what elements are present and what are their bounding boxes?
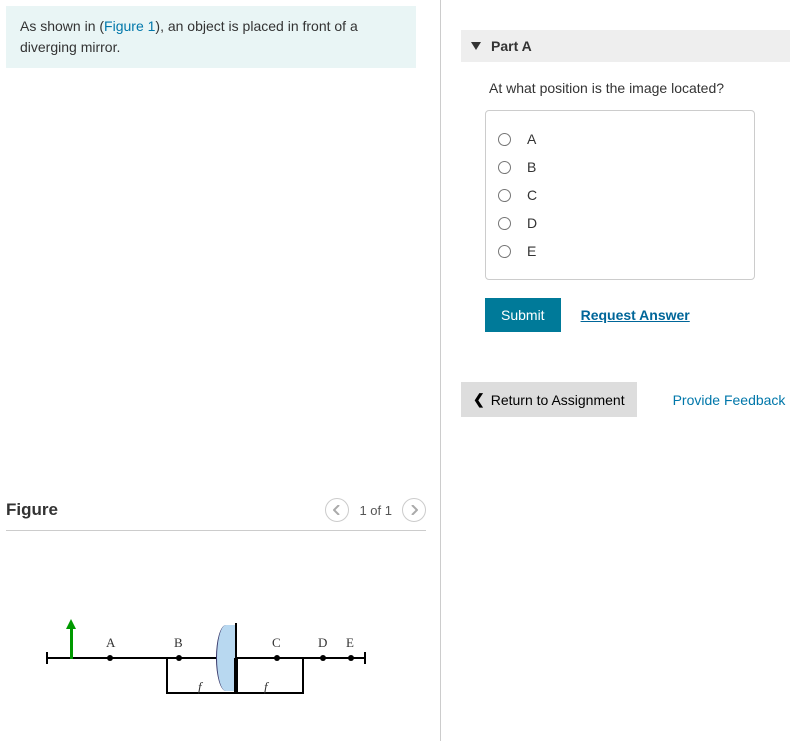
radio-d[interactable] — [498, 217, 511, 230]
part-header[interactable]: Part A — [461, 30, 790, 62]
figure-pager: 1 of 1 — [325, 498, 426, 522]
tick — [364, 652, 366, 664]
option-a[interactable]: A — [498, 125, 742, 153]
point-dot — [348, 655, 354, 661]
problem-prompt: As shown in (Figure 1), an object is pla… — [6, 6, 416, 68]
return-button[interactable]: ❮ Return to Assignment — [461, 382, 637, 417]
option-label: D — [527, 215, 537, 231]
focal-label-right: f — [264, 679, 268, 695]
point-label-e: E — [346, 635, 354, 651]
submit-button[interactable]: Submit — [485, 298, 561, 332]
point-label-a: A — [106, 635, 115, 651]
radio-e[interactable] — [498, 245, 511, 258]
pager-text: 1 of 1 — [359, 503, 392, 518]
return-label: Return to Assignment — [491, 392, 625, 408]
question-text: At what position is the image located? — [461, 62, 790, 110]
figure-diagram: A B C D E f f — [6, 621, 386, 741]
option-e[interactable]: E — [498, 237, 742, 265]
figure-link[interactable]: Figure 1 — [104, 18, 155, 34]
point-label-c: C — [272, 635, 281, 651]
point-dot — [107, 655, 113, 661]
option-label: C — [527, 187, 537, 203]
point-label-d: D — [318, 635, 327, 651]
part-label: Part A — [491, 38, 532, 54]
radio-c[interactable] — [498, 189, 511, 202]
object-arrow — [70, 625, 73, 659]
option-label: A — [527, 131, 536, 147]
figure-header: Figure 1 of 1 — [6, 498, 426, 531]
tick — [46, 652, 48, 664]
radio-a[interactable] — [498, 133, 511, 146]
chevron-left-icon: ❮ — [473, 391, 485, 408]
option-b[interactable]: B — [498, 153, 742, 181]
point-label-b: B — [174, 635, 183, 651]
chevron-right-icon — [410, 505, 418, 515]
option-label: B — [527, 159, 536, 175]
chevron-left-icon — [333, 505, 341, 515]
prev-figure-button[interactable] — [325, 498, 349, 522]
figure-title: Figure — [6, 500, 58, 520]
radio-b[interactable] — [498, 161, 511, 174]
request-answer-link[interactable]: Request Answer — [581, 307, 690, 323]
focal-label-left: f — [198, 679, 202, 695]
point-dot — [320, 655, 326, 661]
feedback-link[interactable]: Provide Feedback — [673, 392, 786, 408]
focal-bracket-right — [236, 658, 304, 694]
collapse-icon — [471, 42, 481, 50]
options-group: A B C D E — [485, 110, 755, 280]
option-d[interactable]: D — [498, 209, 742, 237]
option-c[interactable]: C — [498, 181, 742, 209]
option-label: E — [527, 243, 536, 259]
prompt-text-pre: As shown in ( — [20, 18, 104, 34]
next-figure-button[interactable] — [402, 498, 426, 522]
